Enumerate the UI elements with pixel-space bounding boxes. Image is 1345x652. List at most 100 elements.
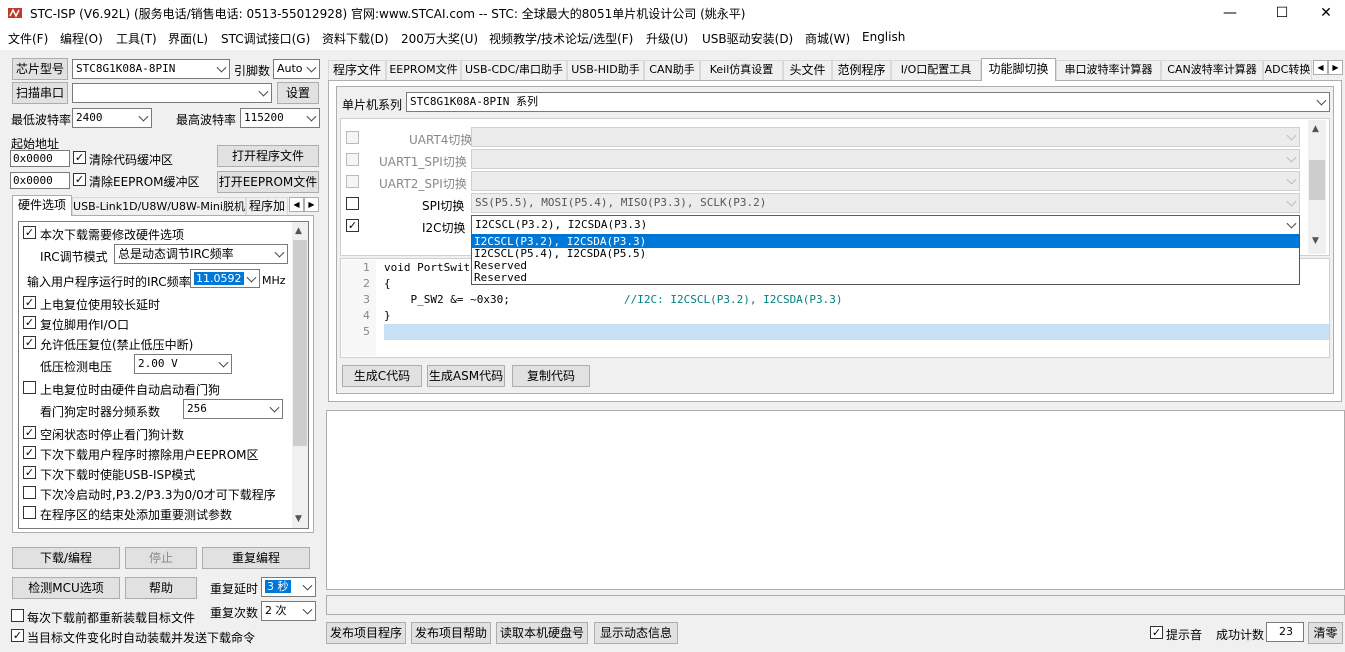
menu-video[interactable]: 视频教学/技术论坛/选型(F)	[489, 30, 633, 47]
uart1-spi-switch-checkbox[interactable]	[346, 153, 359, 166]
tab-scroll-right-icon[interactable]: ▶	[304, 197, 319, 212]
eeprom-start-address-input[interactable]: 0x0000	[10, 172, 70, 189]
menu-program[interactable]: 编程(O)	[60, 30, 103, 47]
minimize-button[interactable]: —	[1207, 0, 1253, 26]
publish-program-button[interactable]: 发布项目程序	[326, 622, 406, 644]
scrollbar-thumb[interactable]	[1309, 160, 1325, 200]
show-dynamic-info-button[interactable]: 显示动态信息	[594, 622, 678, 644]
tab-program-file[interactable]: 程序文件	[328, 60, 386, 80]
menu-tools[interactable]: 工具(T)	[116, 30, 157, 47]
erase-eeprom-checkbox[interactable]: ✓	[23, 446, 36, 459]
wdt-divider-select[interactable]: 256	[183, 399, 283, 419]
tab-hardware-options[interactable]: 硬件选项	[12, 195, 72, 216]
menu-downloads[interactable]: 资料下载(D)	[322, 30, 389, 47]
code-start-address-input[interactable]: 0x0000	[10, 150, 70, 167]
tab-can-assistant[interactable]: CAN助手	[644, 60, 700, 80]
scan-port-button[interactable]: 扫描串口	[12, 82, 68, 104]
scroll-up-icon[interactable]: ▲	[1312, 124, 1319, 134]
scroll-up-icon[interactable]: ▲	[295, 226, 302, 236]
spi-switch-select[interactable]: SS(P5.5), MOSI(P5.4), MISO(P3.3), SCLK(P…	[471, 193, 1300, 213]
uart4-switch-checkbox[interactable]	[346, 131, 359, 144]
uart2-spi-switch-select[interactable]	[471, 171, 1300, 191]
scroll-down-icon[interactable]: ▼	[1312, 236, 1319, 246]
tab-can-baud-calc[interactable]: CAN波特率计算器	[1161, 60, 1263, 80]
menu-shop[interactable]: 商城(W)	[805, 30, 850, 47]
tab-uart-baud-calc[interactable]: 串口波特率计算器	[1056, 60, 1161, 80]
dropdown-option[interactable]: I2CSCL(P5.4), I2CSDA(P5.5)	[472, 248, 1299, 260]
port-select[interactable]	[72, 83, 272, 103]
copy-code-button[interactable]: 复制代码	[512, 365, 590, 387]
reset-pin-io-checkbox[interactable]: ✓	[23, 316, 36, 329]
tab-program-add[interactable]: 程序加	[246, 197, 288, 216]
hw-wdt-checkbox[interactable]	[23, 381, 36, 394]
download-program-button[interactable]: 下载/编程	[12, 547, 120, 569]
low-voltage-reset-checkbox[interactable]: ✓	[23, 336, 36, 349]
tab-io-config[interactable]: I/O口配置工具	[891, 60, 981, 80]
tab-header-file[interactable]: 头文件	[783, 60, 832, 80]
pin-count-select[interactable]: Auto	[273, 59, 320, 79]
uart1-spi-switch-select[interactable]	[471, 149, 1300, 169]
spi-switch-checkbox[interactable]	[346, 197, 359, 210]
irc-mode-select[interactable]: 总是动态调节IRC频率	[114, 244, 288, 264]
read-disk-id-button[interactable]: 读取本机硬盘号	[496, 622, 588, 644]
auto-load-checkbox[interactable]: ✓	[11, 629, 24, 642]
hardware-options-scrollbar[interactable]: ▲ ▼	[292, 222, 308, 528]
generate-asm-code-button[interactable]: 生成ASM代码	[427, 365, 505, 387]
tab-eeprom-file[interactable]: EEPROM文件	[386, 60, 461, 80]
usb-isp-checkbox[interactable]: ✓	[23, 466, 36, 479]
close-button[interactable]: ✕	[1303, 0, 1345, 26]
irc-frequency-select[interactable]: 11.0592	[190, 269, 260, 288]
chip-model-button[interactable]: 芯片型号	[12, 58, 68, 80]
cold-boot-checkbox[interactable]	[23, 486, 36, 499]
clear-eeprom-checkbox[interactable]: ✓	[73, 173, 86, 186]
menu-interface[interactable]: 界面(L)	[168, 30, 208, 47]
dropdown-option[interactable]: Reserved	[472, 260, 1299, 272]
maximize-button[interactable]: ☐	[1259, 0, 1305, 26]
tab-adc-convert[interactable]: ADC转换	[1263, 60, 1312, 80]
menu-debug[interactable]: STC调试接口(G)	[221, 30, 310, 47]
settings-button[interactable]: 设置	[277, 82, 319, 104]
tab-examples[interactable]: 范例程序	[832, 60, 891, 80]
reprogram-button[interactable]: 重复编程	[202, 547, 310, 569]
clear-count-button[interactable]: 清零	[1308, 622, 1343, 644]
uart4-switch-select[interactable]	[471, 127, 1300, 147]
tab-usb-link[interactable]: USB-Link1D/U8W/U8W-Mini脱机	[72, 197, 246, 216]
output-log[interactable]	[326, 410, 1345, 590]
menu-english[interactable]: English	[862, 30, 905, 44]
lvd-select[interactable]: 2.00 V	[134, 354, 232, 374]
open-eeprom-file-button[interactable]: 打开EEPROM文件	[217, 171, 319, 193]
switch-list-scrollbar[interactable]: ▲ ▼	[1308, 120, 1326, 254]
long-delay-checkbox[interactable]: ✓	[23, 296, 36, 309]
tab-keil-settings[interactable]: Keil仿真设置	[700, 60, 783, 80]
menu-prize[interactable]: 200万大奖(U)	[401, 30, 478, 47]
publish-help-button[interactable]: 发布项目帮助	[411, 622, 491, 644]
tip-sound-checkbox[interactable]: ✓	[1150, 626, 1163, 639]
max-baud-select[interactable]: 115200	[240, 108, 320, 128]
min-baud-select[interactable]: 2400	[72, 108, 152, 128]
stop-button[interactable]: 停止	[125, 547, 197, 569]
reload-before-download-checkbox[interactable]	[11, 609, 24, 622]
menu-file[interactable]: 文件(F)	[8, 30, 48, 47]
chip-model-select[interactable]: STC8G1K08A-8PIN	[72, 59, 230, 79]
modify-hw-options-checkbox[interactable]: ✓	[23, 226, 36, 239]
uart2-spi-switch-checkbox[interactable]	[346, 175, 359, 188]
repeat-delay-select[interactable]: 3 秒	[261, 577, 316, 597]
generate-c-code-button[interactable]: 生成C代码	[342, 365, 422, 387]
series-select[interactable]: STC8G1K08A-8PIN 系列	[406, 92, 1330, 112]
i2c-switch-select[interactable]: I2CSCL(P3.2), I2CSDA(P3.3)	[471, 215, 1300, 235]
help-button[interactable]: 帮助	[125, 577, 197, 599]
scrollbar-thumb[interactable]	[293, 240, 307, 446]
check-mcu-button[interactable]: 检测MCU选项	[12, 577, 120, 599]
i2c-switch-checkbox[interactable]: ✓	[346, 219, 359, 232]
scroll-down-icon[interactable]: ▼	[295, 514, 302, 524]
menu-usb-driver[interactable]: USB驱动安装(D)	[702, 30, 793, 47]
repeat-count-select[interactable]: 2 次	[261, 601, 316, 621]
menu-upgrade[interactable]: 升级(U)	[646, 30, 688, 47]
tab-pin-switch[interactable]: 功能脚切换	[981, 58, 1056, 81]
test-params-checkbox[interactable]	[23, 506, 36, 519]
tab-usb-cdc[interactable]: USB-CDC/串口助手	[461, 60, 567, 80]
dropdown-option[interactable]: Reserved	[472, 272, 1299, 284]
tab-scroll-left-icon[interactable]: ◀	[289, 197, 304, 212]
idle-wdt-checkbox[interactable]: ✓	[23, 426, 36, 439]
clear-code-checkbox[interactable]: ✓	[73, 151, 86, 164]
